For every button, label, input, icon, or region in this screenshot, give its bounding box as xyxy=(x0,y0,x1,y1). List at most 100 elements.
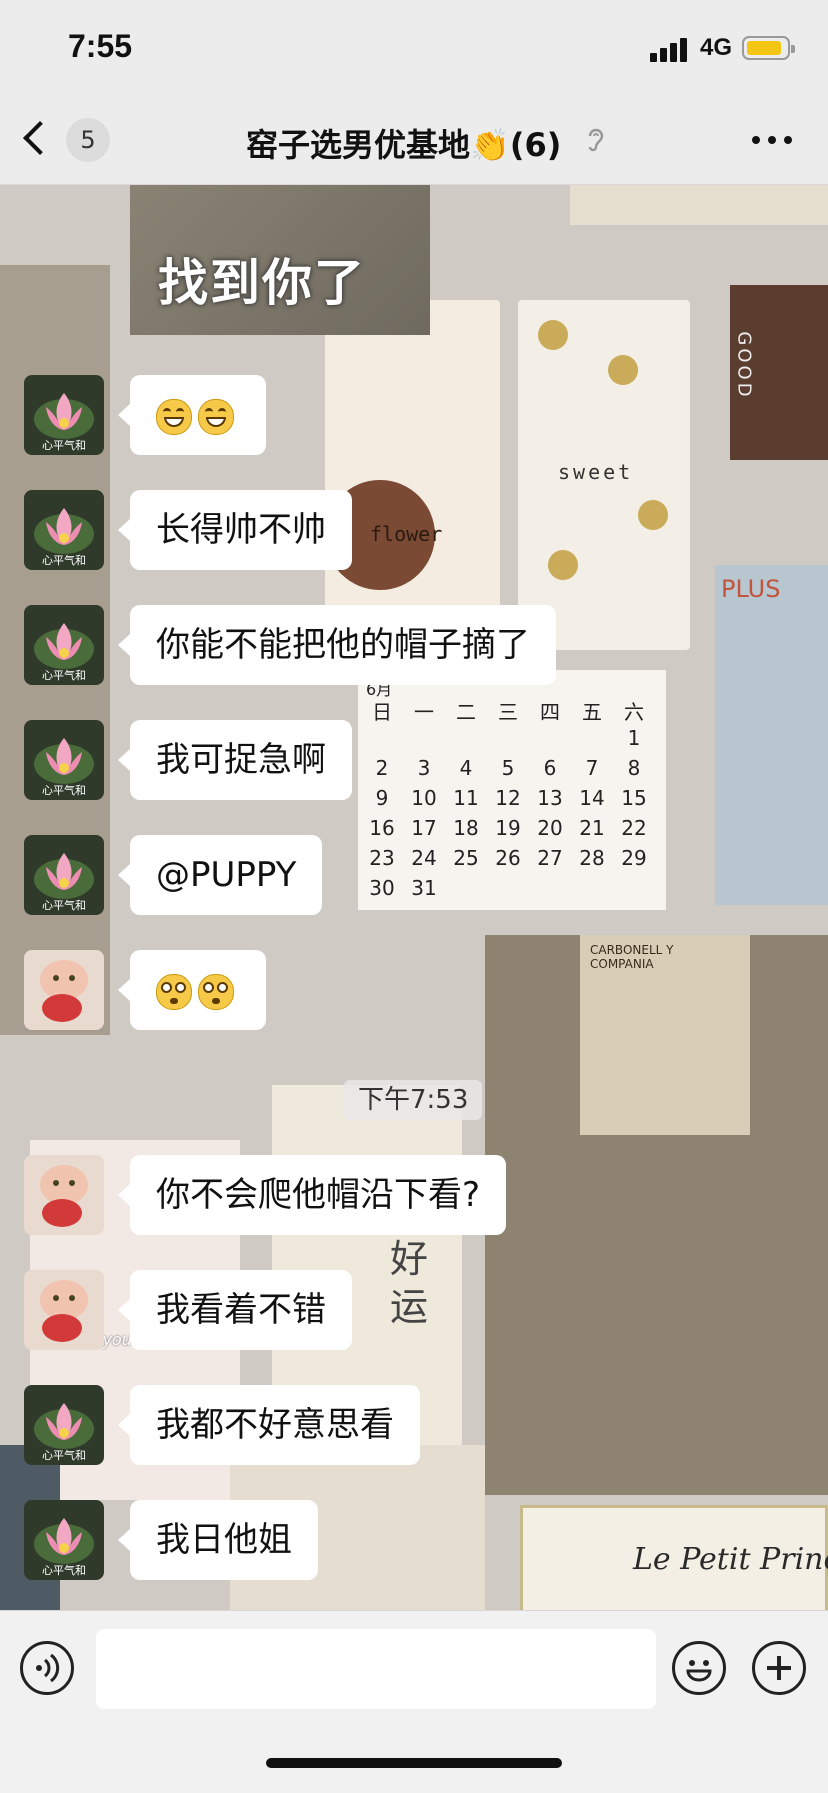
calendar-weekday: 三 xyxy=(498,700,518,724)
calendar-day: 28 xyxy=(579,846,605,870)
calendar-day: 26 xyxy=(495,846,521,870)
bg-luck-text: 好运 xyxy=(390,1237,429,1329)
calendar-day: 23 xyxy=(369,846,395,870)
calendar-day: 27 xyxy=(537,846,563,870)
calendar-weekday: 五 xyxy=(582,700,602,724)
surprised-emoji-icon xyxy=(198,973,234,1010)
emoji-button[interactable] xyxy=(672,1641,726,1695)
calendar-day: 5 xyxy=(501,756,515,780)
voice-icon xyxy=(36,1653,60,1683)
message-text: @PUPPY xyxy=(156,855,297,895)
bg-card-plus: PLUS xyxy=(715,565,828,905)
calendar-day: 3 xyxy=(417,756,431,780)
calendar-day: 18 xyxy=(453,816,479,840)
calendar-day: 1 xyxy=(627,726,641,750)
grin-emoji-icon xyxy=(156,398,192,435)
calendar-day: 24 xyxy=(411,846,437,870)
smiley-icon xyxy=(686,1660,712,1682)
message-bubble[interactable]: 你不会爬他帽沿下看? xyxy=(117,1155,507,1235)
message-bubble[interactable]: 我日他姐 xyxy=(118,1500,318,1580)
calendar-day: 30 xyxy=(369,876,395,900)
calendar-day: 11 xyxy=(453,786,479,810)
avatar-caption: 心平气和 xyxy=(42,899,86,912)
calendar-day: 17 xyxy=(411,816,437,840)
calendar-day: 8 xyxy=(627,756,641,780)
bg-prince-text: Le Petit Prince xyxy=(633,1542,828,1577)
calendar-weekday: 二 xyxy=(456,700,476,724)
avatar-lotus[interactable]: 心平气和 xyxy=(24,720,104,800)
chat-title: 窑子选男优基地👏(6) xyxy=(246,126,562,164)
avatar-caption: 心平气和 xyxy=(42,1449,86,1462)
bg-card-flower: flower xyxy=(325,300,500,625)
surprised-emoji-icon xyxy=(156,973,192,1010)
message-bubble[interactable]: 我可捉急啊 xyxy=(118,720,352,800)
calendar-weekday: 日 xyxy=(372,700,392,724)
message-bubble[interactable]: 我看着不错 xyxy=(118,1270,352,1350)
avatar-caption: 心平气和 xyxy=(42,554,86,567)
unread-count-badge[interactable]: 5 xyxy=(66,118,110,162)
avatar-doll[interactable] xyxy=(24,1270,104,1350)
bg-flower-text: flower xyxy=(370,522,443,546)
avatar-lotus[interactable]: 心平气和 xyxy=(24,375,104,455)
calendar-weekday: 四 xyxy=(540,700,560,724)
avatar-caption: 心平气和 xyxy=(42,439,86,452)
bg-good-text: GOOD xyxy=(733,331,755,400)
message-text: 长得帅不帅 xyxy=(156,510,326,550)
avatar-lotus[interactable]: 心平气和 xyxy=(24,490,104,570)
status-time: 7:55 xyxy=(68,28,133,64)
network-type: 4G xyxy=(700,34,733,61)
calendar-day: 10 xyxy=(411,786,437,810)
more-options-icon[interactable] xyxy=(752,136,792,146)
calendar-day: 7 xyxy=(585,756,599,780)
bg-card-sweet: sweet xyxy=(518,300,690,650)
bg-sweet-text: sweet xyxy=(558,460,634,484)
add-attachment-button[interactable] xyxy=(752,1641,806,1695)
bg-calendar: 6月 日一二三四五六 1 2 3 4 5 6 7 8 9 10 11 12 13 14 15 16 17 18 19 2… xyxy=(358,670,666,910)
calendar-day: 31 xyxy=(411,876,437,900)
message-input[interactable] xyxy=(96,1629,656,1709)
calendar-weekday: 一 xyxy=(414,700,434,724)
avatar-doll[interactable] xyxy=(24,1155,104,1235)
calendar-day: 2 xyxy=(375,756,389,780)
message-text: 我看着不错 xyxy=(156,1290,326,1330)
bg-plus-text: PLUS xyxy=(721,575,781,603)
calendar-day: 14 xyxy=(579,786,605,810)
avatar-lotus[interactable]: 心平气和 xyxy=(24,605,104,685)
avatar-caption: 心平气和 xyxy=(42,784,86,797)
calendar-weekday: 六 xyxy=(624,700,644,724)
calendar-day: 15 xyxy=(621,786,647,810)
message-text: 我都不好意思看 xyxy=(156,1405,394,1445)
status-bar: 7:55 4G xyxy=(0,0,828,100)
message-text: 你能不能把他的帽子摘了 xyxy=(156,625,530,665)
calendar-day: 6 xyxy=(543,756,557,780)
message-timestamp: 下午7:53 xyxy=(344,1080,483,1120)
nav-bar: 5 窑子选男优基地👏(6) xyxy=(0,100,828,185)
message-bubble-emoji[interactable] xyxy=(118,950,266,1030)
avatar-lotus[interactable]: 心平气和 xyxy=(24,1500,104,1580)
calendar-day: 9 xyxy=(375,786,389,810)
avatar-lotus[interactable]: 心平气和 xyxy=(24,1385,104,1465)
bg-card-prince: Le Petit Prince xyxy=(520,1505,828,1610)
avatar-caption: 心平气和 xyxy=(42,1564,86,1577)
calendar-day: 29 xyxy=(621,846,647,870)
message-bubble[interactable]: 我都不好意思看 xyxy=(118,1385,420,1465)
signal-icon xyxy=(650,38,692,62)
message-bubble[interactable]: 你能不能把他的帽子摘了 xyxy=(118,605,556,685)
avatar-caption: 心平气和 xyxy=(42,669,86,682)
message-bubble-emoji[interactable] xyxy=(118,375,266,455)
message-text: 我日他姐 xyxy=(156,1520,292,1560)
calendar-day: 20 xyxy=(537,816,563,840)
back-arrow-icon[interactable] xyxy=(23,121,57,155)
calendar-day: 4 xyxy=(459,756,473,780)
calendar-day: 13 xyxy=(537,786,563,810)
message-bubble[interactable]: @PUPPY xyxy=(117,835,323,915)
calendar-day: 12 xyxy=(495,786,521,810)
calendar-day: 22 xyxy=(621,816,647,840)
avatar-doll[interactable] xyxy=(24,950,104,1030)
voice-input-button[interactable] xyxy=(20,1641,74,1695)
calendar-day: 19 xyxy=(495,816,521,840)
bg-card-carbonell: CARBONELL Y COMPANIA xyxy=(485,935,828,1495)
avatar-lotus[interactable]: 心平气和 xyxy=(24,835,104,915)
message-bubble[interactable]: 长得帅不帅 xyxy=(118,490,352,570)
sticker-caption: 找到你了 xyxy=(158,254,366,312)
